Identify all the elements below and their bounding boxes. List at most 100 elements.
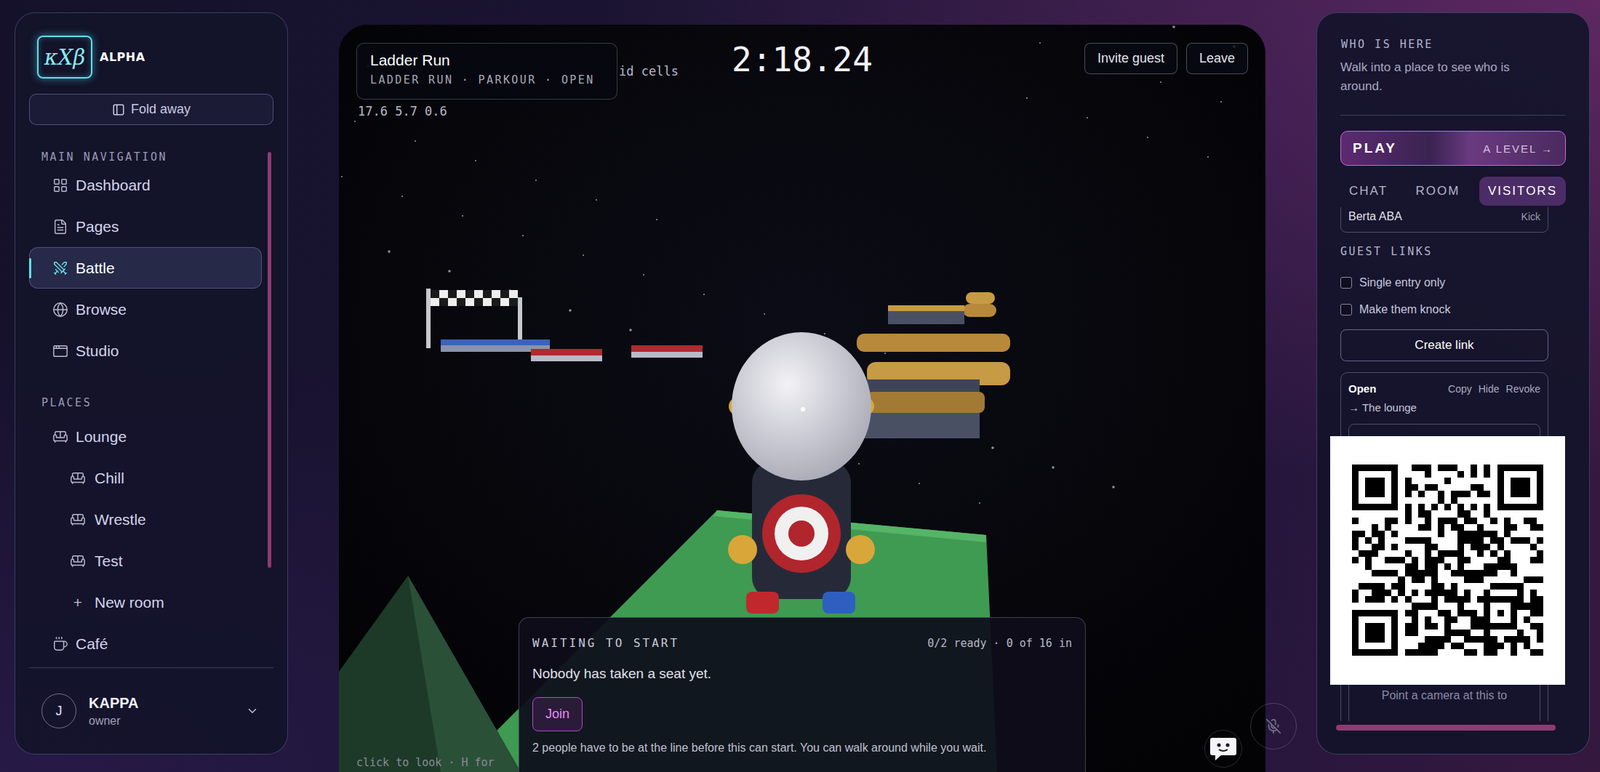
right-panel: WHO IS HERE Walk into a place to see who … [1316,12,1590,755]
player-character [728,332,875,614]
tab[interactable]: VISITORS [1479,176,1566,206]
game-actions: Invite guestLeave [872,42,1248,75]
sidebar-item[interactable]: Battle [29,247,262,289]
platforms [440,339,703,362]
sidebar-item[interactable]: + New room [29,581,262,624]
join-button[interactable]: Join [532,697,583,732]
level-title: Ladder Run [370,51,604,70]
sidebar-label: Test [94,552,123,571]
fold-button[interactable]: Fold away [29,93,274,126]
card-row: Ladder RunLADDER RUN · PARKOUR · OPENid … [356,42,732,100]
lobby-heading: WAITING TO START [532,637,680,651]
sidebar-label: Pages [75,218,120,236]
section-label: GUEST LINKS [1340,245,1549,258]
sidebar-item[interactable]: Pages [29,205,262,248]
level-card: Ladder RunLADDER RUN · PARKOUR · OPEN [356,42,618,100]
sidebar-label: Studio [75,342,120,360]
sidebar-label: Browse [75,301,127,319]
page-icon [52,218,69,235]
nav-list: MAIN NAVIGATION Dashboard Pages Battle Brows… [29,144,262,668]
lobby-message: Nobody has taken a seat yet. [532,666,712,683]
stairs [856,292,1011,439]
chevron-down-icon [245,704,259,718]
game-top-bar: Ladder RunLADDER RUN · PARKOUR · OPENid … [338,24,1266,119]
section-title: MAIN NAVIGATION [29,149,262,165]
avatar: J [41,693,77,729]
checkbox[interactable] [1340,304,1352,316]
sidebar-label: Café [75,635,108,654]
kick-button[interactable]: Kick [1521,210,1541,223]
sidebar-item[interactable]: Browse [29,288,262,331]
sidebar-label: Battle [75,259,115,278]
divider [29,667,274,669]
lobby-note: 2 people have to be at the line before t… [532,741,987,756]
game-button[interactable]: Leave [1186,42,1248,75]
logo: κXβ [37,35,93,79]
sidebar-label: Lounge [75,428,127,446]
checkbox-row[interactable]: Single entry only [1340,269,1549,296]
link-head: Open Copy Hide Revoke [1348,380,1541,398]
scrollbar [267,152,272,568]
panel-icon [112,103,126,117]
visitor-name: Berta ABA [1348,210,1403,224]
stars [341,25,1236,504]
play-label: PLAY [1352,140,1398,157]
chat-button[interactable] [1204,730,1243,768]
link-action[interactable]: Hide [1478,380,1500,398]
level-info: Ladder RunLADDER RUN · PARKOUR · OPENid … [356,42,732,119]
game-button[interactable]: Invite guest [1084,42,1178,75]
checkbox-label: Make them knock [1359,303,1451,317]
user-role: owner [88,714,234,728]
sidebar-item[interactable]: Lounge [29,416,262,458]
mute-button[interactable] [1250,703,1297,750]
tab[interactable]: CHAT [1340,176,1397,206]
sidebar-item[interactable]: Test [29,540,262,582]
user-row[interactable]: J KAPPA owner [29,668,274,755]
visitor-row: Berta ABA Kick [1340,207,1549,233]
sidebar-label: Chill [94,469,125,488]
user-name: KAPPA [88,695,234,712]
logo-tag: ALPHA [99,50,146,64]
rock [338,576,521,772]
plus-icon: + [69,594,86,612]
sidebar-item[interactable]: Wrestle [29,498,262,541]
sidebar-item[interactable]: Café [29,623,262,665]
chat-face-icon [1209,736,1238,763]
tabs: CHAT ROOM VISITORS [1340,176,1566,206]
sidebar-label: New room [94,594,165,612]
sofa-icon [69,470,86,487]
panel-hint: Walk into a place to see who is around. [1340,58,1544,96]
sidebar-label: Dashboard [75,176,151,195]
debug-coords: 17.6 5.7 0.6 [357,104,732,119]
link-status: Open [1348,380,1376,398]
panel-heading: WHO IS HERE [1340,37,1566,51]
game-viewport[interactable]: Ladder RunLADDER RUN · PARKOUR · OPENid … [338,24,1266,772]
sidebar-item[interactable]: Chill [29,457,262,499]
coffee-icon [52,636,69,653]
sidebar: κXβ ALPHA Fold away MAIN NAVIGATION Dashboar… [14,12,288,755]
controls-hint: click to look · H for [356,756,495,770]
play-button[interactable]: PLAY A LEVEL → [1340,130,1566,166]
mic-off-icon [1265,718,1282,735]
app: κXβ ALPHA Fold away MAIN NAVIGATION Dashboar… [0,0,1600,772]
link-actions: Copy Hide Revoke [1448,380,1541,398]
checkbox-row[interactable]: Make them knock [1340,296,1549,323]
create-link-button[interactable]: Create link [1340,329,1549,362]
sofa-icon [69,512,86,528]
tab[interactable]: ROOM [1407,176,1470,206]
sidebar-item[interactable]: Studio [29,330,262,372]
link-action[interactable]: Revoke [1506,380,1541,398]
grid-icon [52,177,69,194]
link-action[interactable]: Copy [1448,380,1472,398]
qr-code [1330,436,1566,686]
divider [1340,114,1566,116]
brand: κXβ ALPHA [29,35,274,79]
sidebar-item[interactable]: Dashboard [29,164,262,206]
checkbox[interactable] [1340,277,1352,289]
globe-icon [52,301,69,318]
sidebar-label: Wrestle [94,511,147,529]
lobby-head: WAITING TO START0/2 ready · 0 of 16 in [532,637,1072,651]
scrollbar[interactable] [1336,725,1556,731]
window-icon [52,343,69,360]
play-action: A LEVEL → [1482,142,1554,155]
